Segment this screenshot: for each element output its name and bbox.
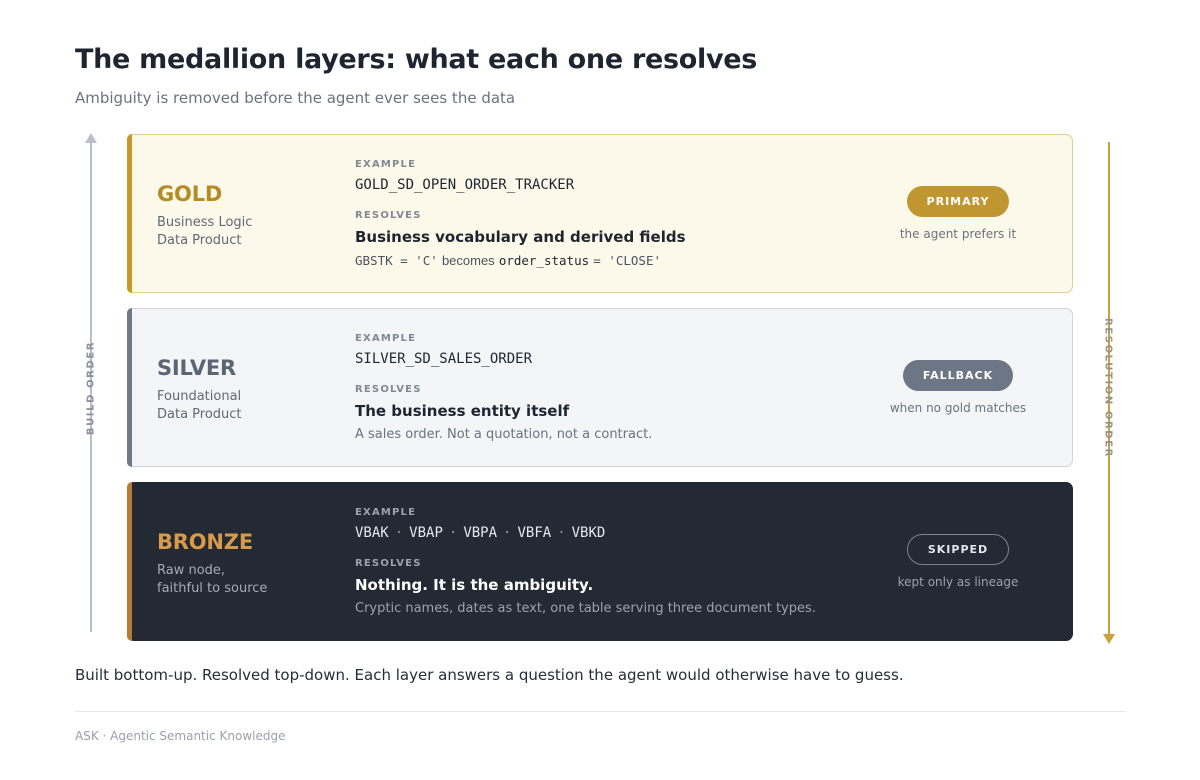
footer-divider [75, 711, 1126, 712]
gold-detail-source-code: GBSTK = 'C' [355, 253, 438, 268]
gold-accent-stripe [127, 134, 132, 293]
silver-resolves-caption: RESOLVES [355, 384, 422, 395]
page-title: The medallion layers: what each one reso… [75, 44, 758, 75]
primary-badge: PRIMARY [906, 186, 1010, 217]
gold-badge-note: the agent prefers it [899, 227, 1017, 241]
bronze-layer-description: Raw node, faithful to source [157, 562, 327, 598]
gold-detail-connector: becomes [441, 253, 495, 268]
bronze-table-name: VBAK [355, 525, 389, 541]
bronze-desc-line-1: Raw node, [157, 563, 226, 578]
bronze-resolves-caption: RESOLVES [355, 558, 422, 569]
silver-example-caption: EXAMPLE [355, 333, 417, 344]
silver-desc-line-2: Data Product [157, 407, 242, 422]
silver-desc-line-1: Foundational [157, 389, 242, 404]
silver-badge-group: FALLBACK when no gold matches [888, 360, 1028, 415]
silver-layer-card: SILVER Foundational Data Product EXAMPLE… [127, 308, 1073, 467]
bronze-resolves-title: Nothing. It is the ambiguity. [355, 576, 594, 594]
gold-desc-line-2: Data Product [157, 233, 242, 248]
bronze-badge-group: SKIPPED kept only as lineage [888, 534, 1028, 589]
bronze-accent-stripe [127, 482, 132, 641]
silver-resolves-detail: A sales order. Not a quotation, not a co… [355, 427, 653, 442]
gold-detail-target-field: order_status [498, 253, 590, 268]
gold-resolves-title: Business vocabulary and derived fields [355, 228, 686, 246]
gold-layer-name: GOLD [157, 182, 223, 206]
page-subtitle: Ambiguity is removed before the agent ev… [75, 89, 516, 107]
silver-layer-description: Foundational Data Product [157, 388, 327, 424]
bronze-resolves-detail: Cryptic names, dates as text, one table … [355, 601, 816, 616]
separator-dot: · [503, 525, 512, 541]
summary-text: Built bottom-up. Resolved top-down. Each… [75, 666, 904, 684]
separator-dot: · [394, 525, 404, 541]
bronze-example-tables: VBAK · VBAP · VBPA · VBFA · VBKD [355, 525, 605, 541]
bronze-layer-card: BRONZE Raw node, faithful to source EXAM… [127, 482, 1073, 641]
bronze-desc-line-2: faithful to source [157, 581, 268, 596]
gold-layer-card: GOLD Business Logic Data Product EXAMPLE… [127, 134, 1073, 293]
bronze-table-name: VBKD [571, 525, 606, 541]
bronze-table-name: VBAP [409, 525, 443, 541]
bronze-table-name: VBFA [517, 525, 552, 541]
gold-layer-description: Business Logic Data Product [157, 214, 327, 250]
bronze-badge-note: kept only as lineage [897, 575, 1019, 589]
gold-resolves-detail: GBSTK = 'C' becomes order_status = 'CLOS… [355, 253, 661, 269]
gold-example-caption: EXAMPLE [355, 159, 417, 170]
bronze-table-name: VBPA [463, 525, 498, 541]
gold-badge-group: PRIMARY the agent prefers it [888, 186, 1028, 241]
bronze-example-caption: EXAMPLE [355, 507, 417, 518]
silver-badge-note: when no gold matches [889, 401, 1027, 415]
silver-example-table: SILVER_SD_SALES_ORDER [355, 351, 533, 367]
gold-detail-target-value: = 'CLOSE' [593, 253, 662, 268]
gold-example-table: GOLD_SD_OPEN_ORDER_TRACKER [355, 177, 575, 193]
resolution-order-arrow-head [1103, 634, 1115, 644]
credit-text: ASK · Agentic Semantic Knowledge [75, 729, 286, 743]
silver-resolves-title: The business entity itself [355, 402, 570, 420]
bronze-layer-name: BRONZE [157, 530, 253, 554]
skipped-badge: SKIPPED [906, 534, 1010, 565]
resolution-order-label: RESOLUTION ORDER [1102, 318, 1114, 458]
build-order-label: BUILD ORDER [85, 340, 97, 436]
silver-accent-stripe [127, 308, 132, 467]
separator-dot: · [557, 525, 566, 541]
separator-dot: · [448, 525, 458, 541]
gold-desc-line-1: Business Logic [157, 215, 253, 230]
fallback-badge: FALLBACK [902, 360, 1014, 391]
silver-layer-name: SILVER [157, 356, 236, 380]
gold-resolves-caption: RESOLVES [355, 210, 422, 221]
